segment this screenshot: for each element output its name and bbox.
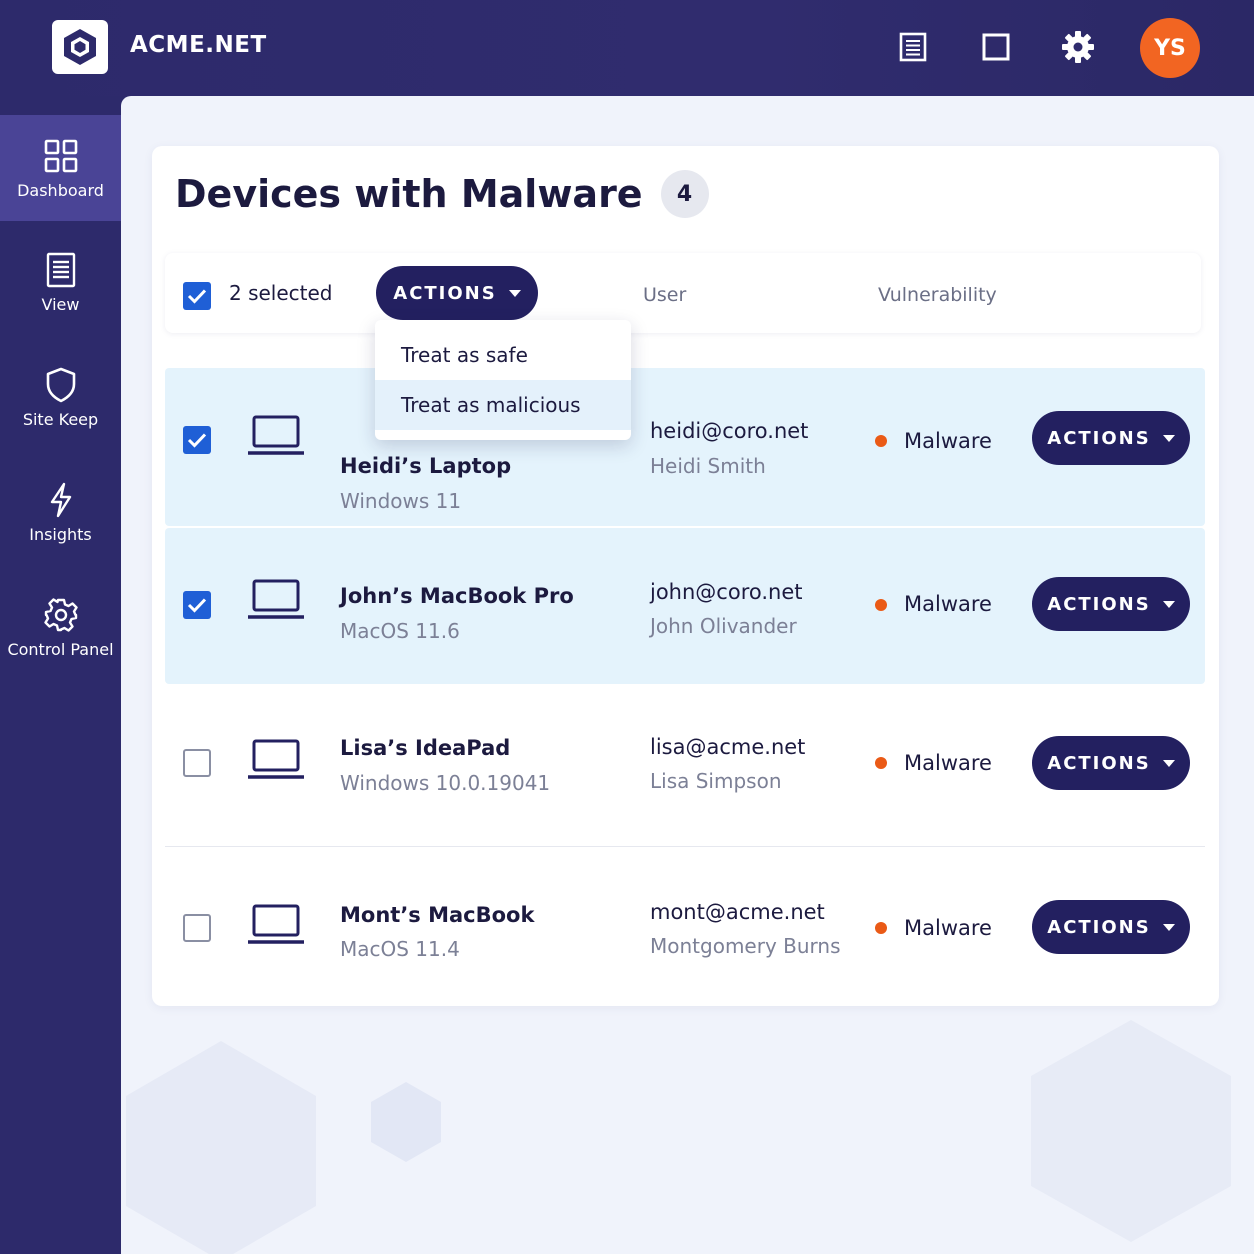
user-email: john@coro.net (650, 580, 803, 604)
actions-button-label: ACTIONS (393, 282, 497, 304)
sidebar-item-label: Dashboard (17, 180, 104, 200)
row-actions-button[interactable]: ACTIONS (1032, 411, 1190, 465)
grid-icon (44, 137, 78, 175)
sidebar-item-insights[interactable]: Insights (0, 459, 121, 565)
table-row[interactable]: Mont’s MacBook MacOS 11.4 mont@acme.net … (165, 848, 1205, 1004)
caret-down-icon (508, 289, 521, 297)
sidebar-item-label: Site Keep (22, 409, 99, 429)
row-actions-button[interactable]: ACTIONS (1032, 577, 1190, 631)
device-name[interactable]: Mont’s MacBook (340, 903, 534, 927)
actions-button-label: ACTIONS (1047, 752, 1151, 774)
sidebar-item-view[interactable]: View (0, 229, 121, 335)
vulnerability-label: Malware (904, 592, 992, 616)
user-avatar[interactable]: YS (1140, 18, 1200, 78)
device-os: MacOS 11.6 (340, 619, 460, 643)
sidebar-item-label: View (41, 294, 80, 314)
laptop-icon (248, 904, 304, 944)
title-row: Devices with Malware 4 (175, 170, 709, 218)
device-os: Windows 11 (340, 489, 462, 513)
list-icon (899, 32, 927, 62)
table-row[interactable]: Lisa’s IdeaPad Windows 10.0.19041 lisa@a… (165, 686, 1205, 847)
select-all-checkbox[interactable] (183, 282, 211, 310)
device-name[interactable]: John’s MacBook Pro (340, 584, 574, 608)
status-dot-icon (875, 922, 887, 934)
user-name: Lisa Simpson (650, 769, 782, 793)
device-name[interactable]: Heidi’s Laptop (340, 454, 511, 478)
actions-button-label: ACTIONS (1047, 427, 1151, 449)
device-name[interactable]: Lisa’s IdeaPad (340, 736, 510, 760)
page-title: Devices with Malware (175, 172, 643, 216)
background-hexagon (126, 1041, 316, 1254)
device-os: Windows 10.0.19041 (340, 771, 551, 795)
user-name: Heidi Smith (650, 454, 766, 478)
row-checkbox[interactable] (183, 914, 211, 942)
sidebar-item-site-keep[interactable]: Site Keep (0, 344, 121, 450)
table-row[interactable]: Heidi’s Laptop Windows 11 heidi@coro.net… (165, 368, 1205, 526)
selected-count-label: 2 selected (229, 281, 333, 305)
checkmark-icon (187, 289, 207, 304)
shield-icon (45, 366, 77, 404)
row-actions-button[interactable]: ACTIONS (1032, 736, 1190, 790)
background-hexagon (371, 1082, 441, 1162)
table-toolbar: 2 selected ACTIONS User Vulnerability (165, 253, 1201, 333)
laptop-icon (248, 739, 304, 779)
laptop-icon (248, 415, 304, 455)
main-content: Devices with Malware 4 2 selected ACTION… (121, 96, 1254, 1254)
sidebar-item-label: Control Panel (7, 639, 114, 659)
laptop-icon (248, 579, 304, 619)
vulnerability-label: Malware (904, 751, 992, 775)
list-view-button[interactable] (896, 30, 930, 64)
background-hexagon (1031, 1020, 1231, 1242)
window-button[interactable] (979, 30, 1013, 64)
status-dot-icon (875, 599, 887, 611)
status-dot-icon (875, 435, 887, 447)
user-email: mont@acme.net (650, 900, 825, 924)
sidebar-item-control-panel[interactable]: Control Panel (0, 574, 121, 680)
user-email: heidi@coro.net (650, 419, 809, 443)
gear-icon (43, 596, 78, 634)
row-checkbox[interactable] (183, 591, 211, 619)
column-header-vulnerability[interactable]: Vulnerability (878, 284, 997, 306)
sidebar: Dashboard View Site Keep Insights Contro… (0, 96, 121, 1254)
vulnerability-label: Malware (904, 429, 992, 453)
caret-down-icon (1162, 434, 1175, 442)
device-os: MacOS 11.4 (340, 937, 460, 961)
actions-dropdown-menu: Treat as safe Treat as malicious (375, 320, 631, 440)
row-checkbox[interactable] (183, 749, 211, 777)
hexagon-logo-icon (64, 29, 96, 65)
devices-card: Devices with Malware 4 2 selected ACTION… (152, 146, 1219, 1006)
app-logo[interactable] (52, 20, 108, 74)
actions-button-label: ACTIONS (1047, 916, 1151, 938)
brand-name: ACME.NET (130, 32, 267, 58)
caret-down-icon (1162, 600, 1175, 608)
top-bar: ACME.NET YS (0, 0, 1254, 96)
device-count-badge: 4 (660, 170, 709, 218)
lightning-icon (47, 481, 75, 519)
square-icon (982, 33, 1010, 61)
status-dot-icon (875, 757, 887, 769)
caret-down-icon (1162, 759, 1175, 767)
bulk-actions-button[interactable]: ACTIONS (376, 266, 538, 320)
row-checkbox[interactable] (183, 426, 211, 454)
document-icon (46, 251, 76, 289)
gear-icon (1062, 31, 1094, 63)
actions-button-label: ACTIONS (1047, 593, 1151, 615)
menu-item-treat-as-malicious[interactable]: Treat as malicious (375, 380, 631, 430)
vulnerability-label: Malware (904, 916, 992, 940)
user-name: Montgomery Burns (650, 934, 841, 958)
settings-button[interactable] (1061, 30, 1095, 64)
caret-down-icon (1162, 923, 1175, 931)
user-name: John Olivander (650, 614, 797, 638)
row-actions-button[interactable]: ACTIONS (1032, 900, 1190, 954)
checkmark-icon (187, 598, 207, 613)
sidebar-item-dashboard[interactable]: Dashboard (0, 115, 121, 221)
menu-item-treat-as-safe[interactable]: Treat as safe (375, 330, 631, 380)
sidebar-item-label: Insights (29, 524, 92, 544)
user-email: lisa@acme.net (650, 735, 806, 759)
checkmark-icon (187, 433, 207, 448)
table-row[interactable]: John’s MacBook Pro MacOS 11.6 john@coro.… (165, 528, 1205, 684)
column-header-user[interactable]: User (643, 284, 686, 306)
